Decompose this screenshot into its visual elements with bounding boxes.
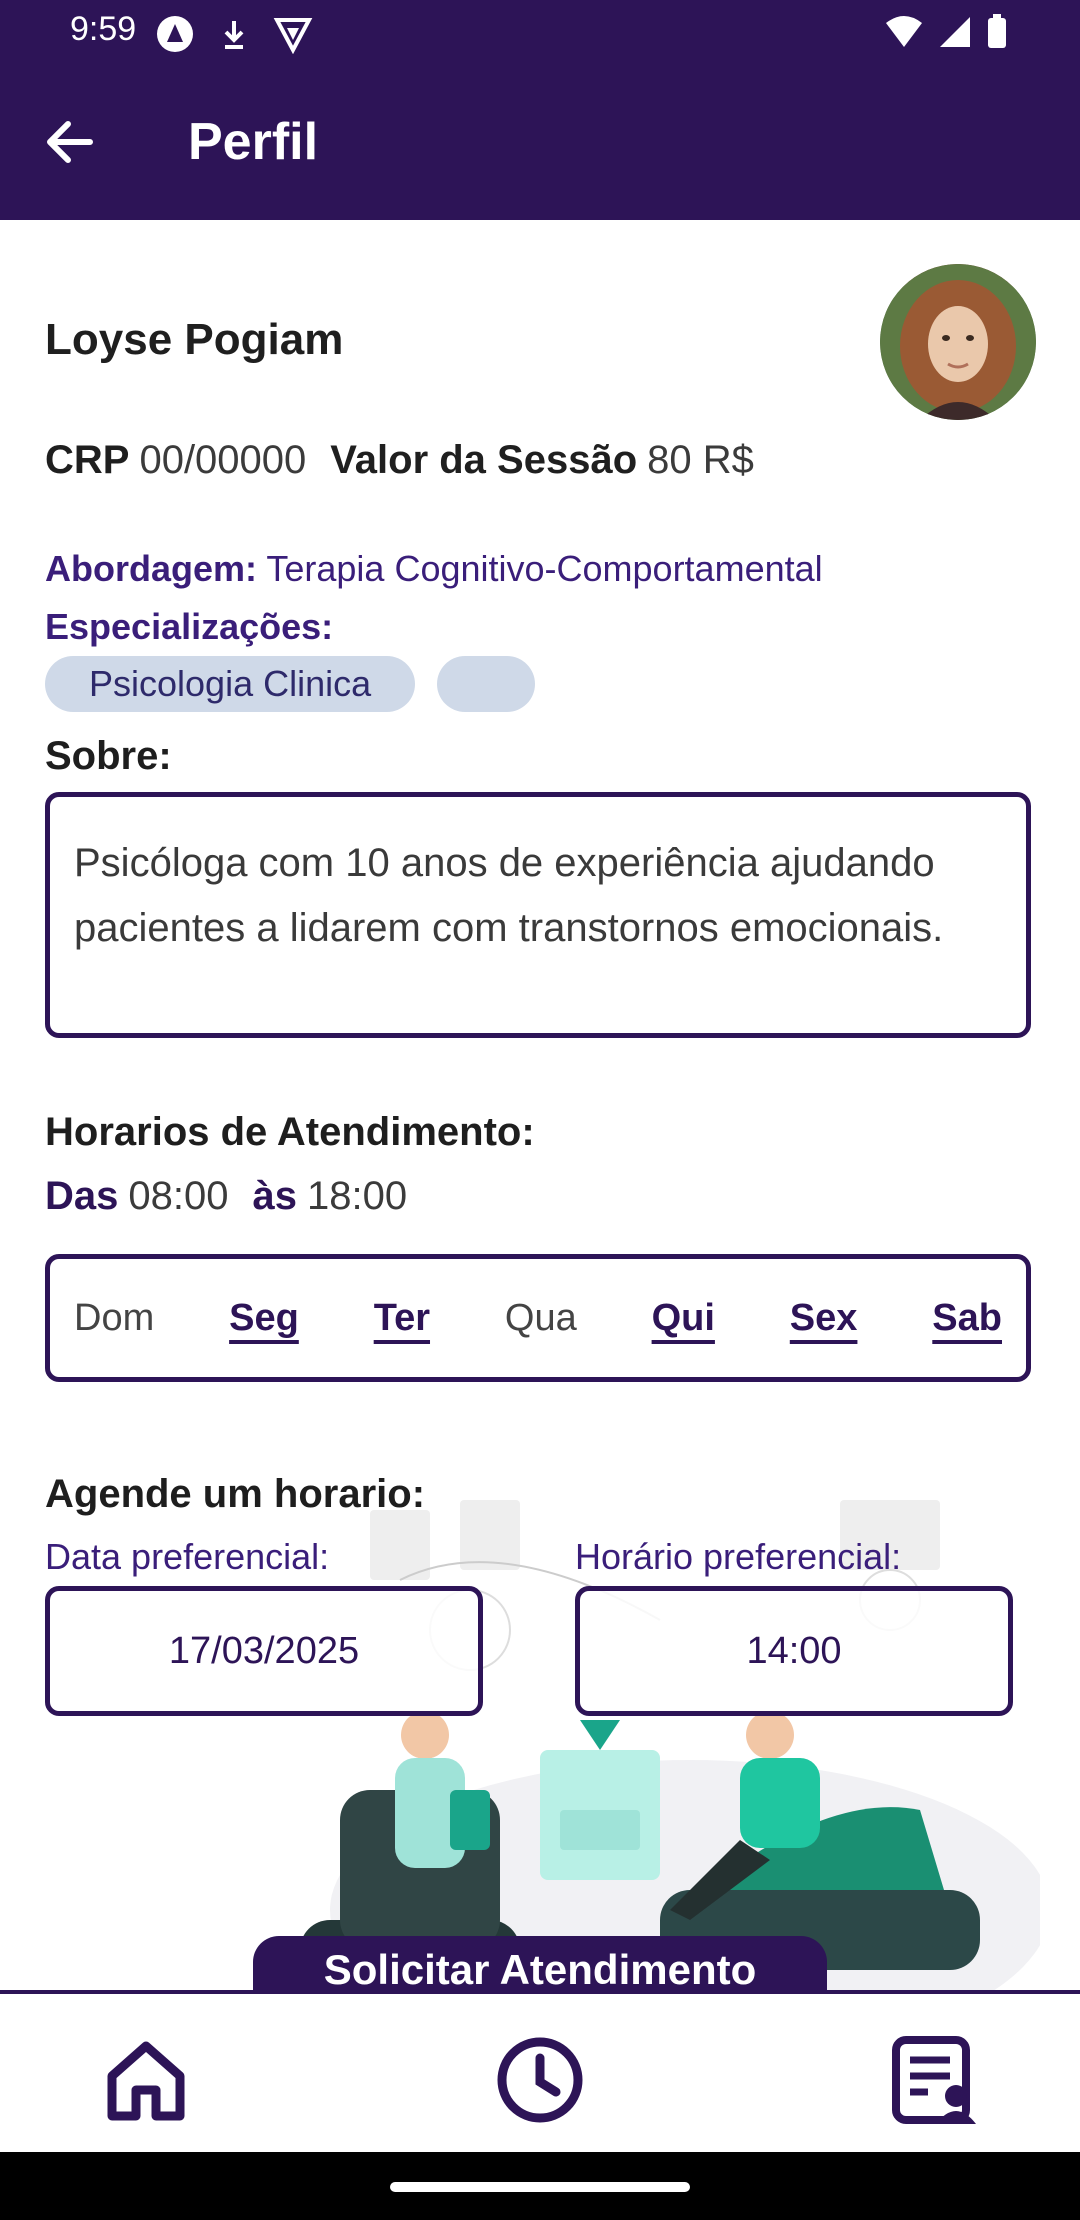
specializations-label: Especializações: — [45, 606, 334, 647]
to-value: 18:00 — [307, 1174, 408, 1218]
nav-profile[interactable] — [888, 2032, 984, 2128]
price-label: Valor da Sessão — [330, 438, 638, 482]
from-value: 08:00 — [128, 1174, 229, 1218]
gesture-bar — [0, 2152, 1080, 2220]
specializations-chips: Psicologia Clinica — [45, 656, 536, 712]
request-appointment-label: Solicitar Atendimento — [323, 1946, 757, 1990]
price-value: 80 R$ — [647, 438, 754, 482]
nav-history[interactable] — [492, 2032, 588, 2128]
nav-home[interactable] — [98, 2032, 194, 2128]
from-label: Das — [45, 1174, 119, 1218]
bottom-navigation — [0, 1990, 1080, 2152]
page-title: Perfil — [188, 113, 319, 171]
back-button[interactable] — [40, 112, 100, 172]
time-field[interactable]: 14:00 — [575, 1586, 1013, 1716]
about-label: Sobre: — [45, 734, 172, 778]
date-label: Data preferencial: — [45, 1536, 330, 1577]
status-time: 9:59 — [70, 10, 137, 48]
day-sab[interactable]: Sab — [932, 1297, 1002, 1340]
day-sex[interactable]: Sex — [790, 1297, 858, 1340]
status-left-icons — [155, 14, 313, 54]
wifi-icon — [886, 16, 922, 47]
request-appointment-button[interactable]: Solicitar Atendimento — [253, 1936, 827, 1990]
time-label: Horário preferencial: — [575, 1536, 902, 1577]
home-gesture-handle[interactable] — [390, 2182, 690, 2192]
battery-icon — [988, 14, 1006, 48]
approach-row: Abordagem: Terapia Cognitivo-Comportamen… — [45, 548, 823, 590]
day-qua[interactable]: Qua — [505, 1297, 577, 1340]
clock-icon — [497, 2037, 583, 2123]
signal-icon — [940, 17, 970, 47]
to-label: às — [252, 1174, 298, 1218]
weekday-selector: Dom Seg Ter Qua Qui Sex Sab — [45, 1254, 1031, 1382]
status-right-icons — [884, 14, 1008, 50]
avatar — [880, 264, 1036, 420]
day-qui[interactable]: Qui — [652, 1297, 715, 1340]
crp-price-row: CRP 00/00000 Valor da Sessão 80 R$ — [45, 438, 754, 483]
profile-list-icon — [892, 2036, 976, 2124]
about-box: Psicóloga com 10 anos de experiência aju… — [45, 792, 1031, 1038]
crp-value: 00/00000 — [139, 438, 307, 482]
day-ter[interactable]: Ter — [374, 1297, 430, 1340]
approach-value: Terapia Cognitivo-Comportamental — [266, 548, 823, 589]
home-icon — [107, 2041, 185, 2121]
app-bar: Perfil — [0, 64, 1080, 220]
approach-label: Abordagem: — [45, 548, 258, 589]
specialization-chip: Psicologia Clinica — [45, 656, 416, 712]
profile-content[interactable]: Loyse Pogiam CRP 00/00000 Valor da Sessã… — [0, 220, 1080, 1990]
download-icon — [224, 21, 244, 49]
day-dom[interactable]: Dom — [74, 1297, 154, 1340]
app-notification-icon — [157, 16, 193, 52]
status-bar: 9:59 — [0, 0, 1080, 64]
schedule-range: Das 08:00 às 18:00 — [45, 1174, 407, 1219]
shield-icon — [273, 18, 313, 54]
booking-label: Agende um horario: — [45, 1472, 426, 1516]
avatar-image — [880, 264, 1036, 420]
arrow-back-icon — [47, 121, 93, 163]
schedule-label: Horarios de Atendimento: — [45, 1110, 535, 1154]
date-field[interactable]: 17/03/2025 — [45, 1586, 483, 1716]
day-seg[interactable]: Seg — [229, 1297, 299, 1340]
psychologist-name: Loyse Pogiam — [45, 315, 344, 364]
crp-label: CRP — [45, 438, 130, 482]
specialization-chip — [437, 656, 536, 712]
